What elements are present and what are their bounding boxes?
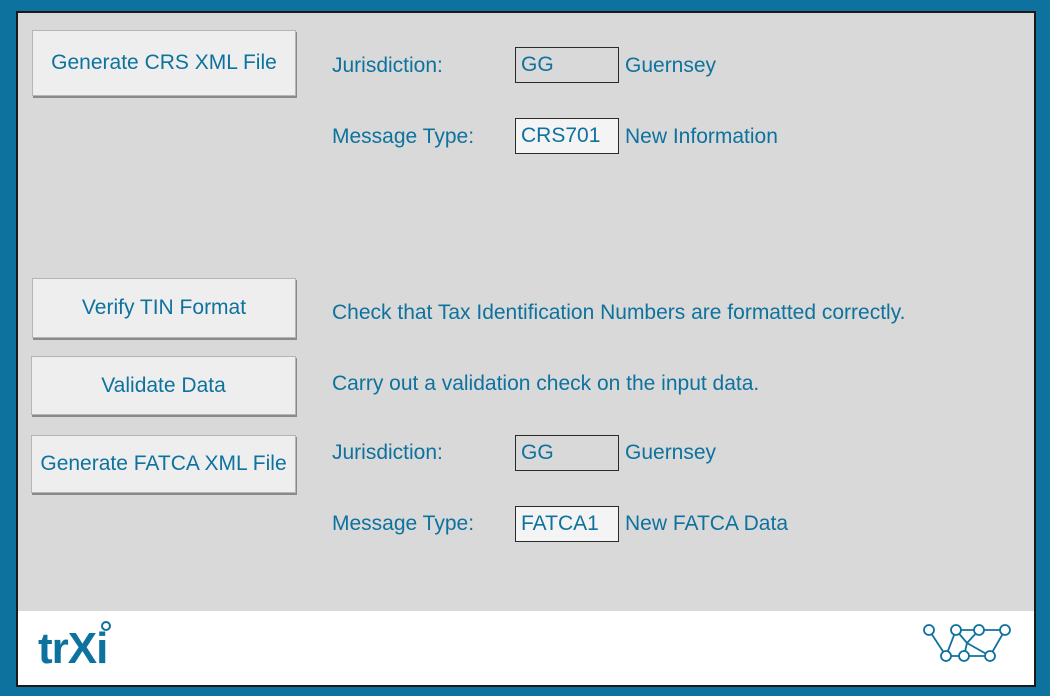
crs-message-type-desc: New Information (625, 125, 778, 148)
validate-data-description: Carry out a validation check on the inpu… (332, 372, 760, 395)
crs-message-type-code-cell[interactable]: CRS701 (515, 118, 619, 154)
fatca-jurisdiction-label: Jurisdiction: (332, 441, 443, 464)
fatca-message-type-code-cell[interactable]: FATCA1 (515, 506, 619, 542)
fatca-jurisdiction-name: Guernsey (625, 441, 717, 464)
trxi-logo: trXi (38, 624, 108, 673)
crs-jurisdiction-code-cell[interactable]: GG (515, 47, 619, 83)
validate-data-button[interactable]: Validate Data (31, 356, 296, 415)
crs-message-type-label: Message Type: (332, 125, 475, 148)
crs-jurisdiction-label: Jurisdiction: (332, 54, 443, 77)
verify-tin-description: Check that Tax Identification Numbers ar… (332, 301, 906, 324)
verify-tin-format-button[interactable]: Verify TIN Format (32, 278, 296, 338)
generate-crs-xml-button[interactable]: Generate CRS XML File (32, 30, 296, 96)
footer-bar: trXi (18, 611, 1034, 685)
logo-dot-icon (101, 621, 111, 631)
fatca-message-type-desc: New FATCA Data (625, 512, 788, 535)
main-panel: Generate CRS XML File Jurisdiction: GG G… (16, 11, 1036, 687)
crs-jurisdiction-name: Guernsey (625, 54, 717, 77)
fatca-jurisdiction-code-cell[interactable]: GG (515, 435, 619, 471)
generate-fatca-xml-button[interactable]: Generate FATCA XML File (31, 435, 296, 493)
network-nodes-icon (923, 624, 1011, 662)
fatca-message-type-label: Message Type: (332, 512, 475, 535)
